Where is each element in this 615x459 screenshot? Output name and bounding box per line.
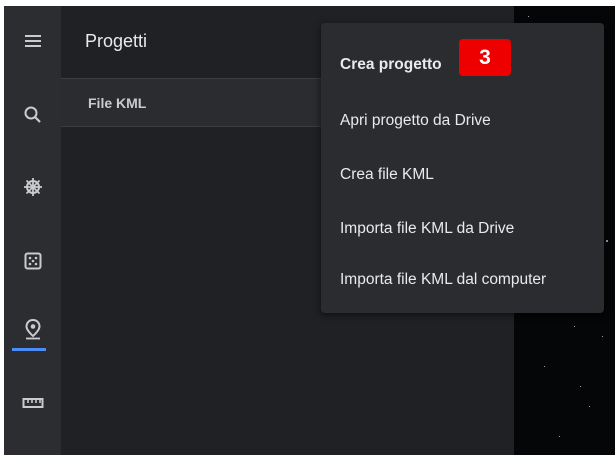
star <box>559 436 560 437</box>
menu-item-label: Crea progetto <box>340 56 442 73</box>
search-button[interactable] <box>10 92 56 138</box>
voyager-button[interactable] <box>10 164 56 210</box>
menu-button[interactable] <box>10 18 56 64</box>
menu-item-label: Importa file KML dal computer <box>340 271 547 288</box>
menu-item-label: Crea file KML <box>340 166 434 183</box>
menu-item-importa-kml-dal-computer[interactable]: Importa file KML dal computer <box>321 255 604 305</box>
star <box>589 406 590 407</box>
projects-icon <box>25 318 41 340</box>
menu-item-label: Apri progetto da Drive <box>340 112 491 129</box>
voyager-icon <box>24 178 42 196</box>
star <box>574 326 575 327</box>
left-rail <box>4 6 61 455</box>
earth-app-window: Progetti File KML Crea progetto Apri pro… <box>4 6 615 455</box>
measure-button[interactable] <box>10 380 56 426</box>
search-icon <box>24 106 41 123</box>
star <box>602 336 603 337</box>
section-label: File KML <box>88 95 147 111</box>
projects-button[interactable] <box>10 306 56 352</box>
feeling-lucky-icon <box>24 252 42 270</box>
step-number-badge: 3 <box>459 39 511 76</box>
menu-item-label: Importa file KML da Drive <box>340 220 515 237</box>
menu-item-importa-kml-da-drive[interactable]: Importa file KML da Drive <box>321 204 604 254</box>
feeling-lucky-button[interactable] <box>10 238 56 284</box>
star <box>528 16 529 17</box>
menu-item-apri-progetto-da-drive[interactable]: Apri progetto da Drive <box>321 96 604 146</box>
star <box>580 386 581 387</box>
active-tab-indicator <box>12 348 46 351</box>
panel-title: Progetti <box>85 31 148 51</box>
measure-icon <box>22 398 44 408</box>
star <box>544 366 545 367</box>
menu-icon <box>25 35 41 47</box>
star <box>606 240 608 242</box>
menu-item-crea-file-kml[interactable]: Crea file KML <box>321 150 604 200</box>
